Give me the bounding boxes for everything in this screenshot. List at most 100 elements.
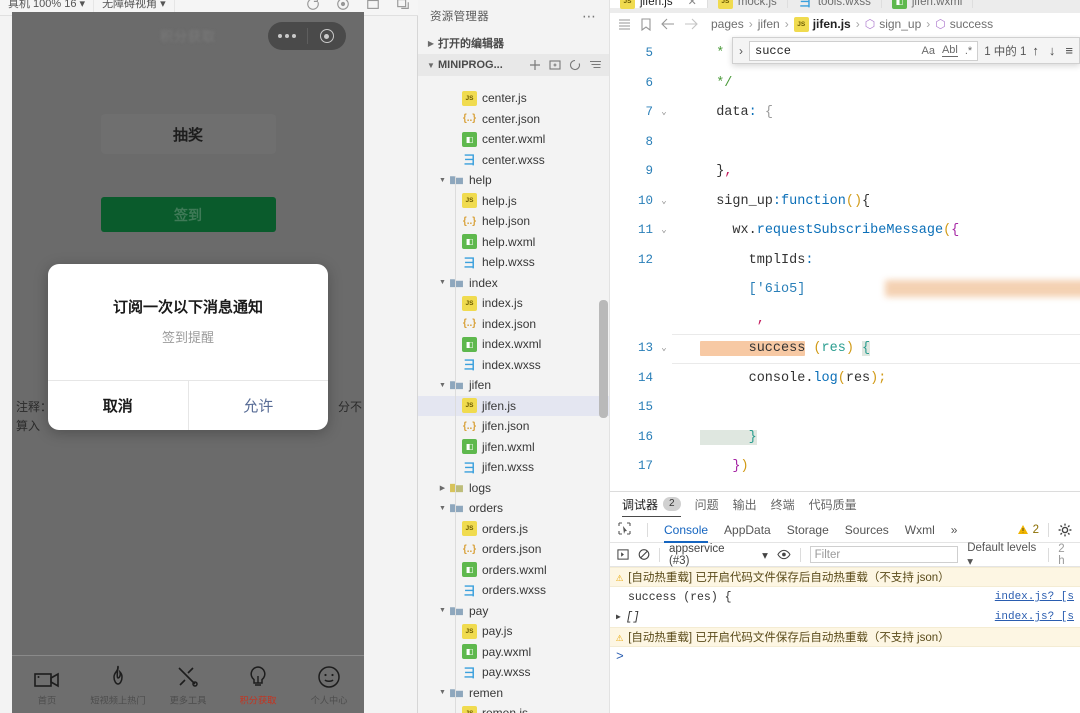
target-circle-icon[interactable] <box>308 29 347 43</box>
tree-item-center-json[interactable]: {..} center.json <box>418 109 609 130</box>
code-line[interactable]: 8 <box>610 128 1080 158</box>
tree-item-pay[interactable]: ▼ pay <box>418 601 609 622</box>
console-source-link[interactable]: index.js? [s <box>995 591 1074 603</box>
lottery-button[interactable]: 抽奖 <box>100 114 276 154</box>
console-tab-Console[interactable]: Console <box>664 517 709 543</box>
console-input-prompt[interactable]: > <box>610 647 1080 666</box>
code-editor[interactable]: › Aa Abl .* 1 中的 1 ↑ ↓ ≡ 5 <box>610 35 1080 491</box>
ellipsis-icon[interactable] <box>268 34 307 38</box>
record-icon[interactable] <box>336 0 350 11</box>
console-levels-select[interactable]: Default levels ▾ <box>967 542 1039 568</box>
tree-item-remen[interactable]: ▼ remen <box>418 683 609 704</box>
debug-tab-终端[interactable]: 终端 <box>771 492 795 517</box>
arrow-left-icon[interactable] <box>661 18 675 30</box>
modal-cancel-button[interactable]: 取消 <box>48 381 189 430</box>
chevron-right-icon[interactable]: › <box>739 44 743 58</box>
tree-item-logs[interactable]: ▶ logs <box>418 478 609 499</box>
clear-console-icon[interactable] <box>638 548 650 561</box>
open-editors-section[interactable]: ▶ 打开的编辑器 <box>418 32 609 54</box>
execute-icon[interactable] <box>617 548 629 561</box>
tab-points[interactable]: 积分获取 <box>223 663 293 707</box>
close-icon[interactable]: ✕ <box>688 0 697 8</box>
find-widget[interactable]: › Aa Abl .* 1 中的 1 ↑ ↓ ≡ <box>732 37 1080 64</box>
code-line[interactable]: 12 tmplIds: <box>610 246 1080 276</box>
fold-chevron-icon[interactable]: ⌄ <box>656 334 672 364</box>
breadcrumb-item-success[interactable]: ⬡ success <box>935 17 993 31</box>
workspace-section[interactable]: ▼ MINIPROG... <box>418 54 609 76</box>
chevron-down-icon[interactable]: ▼ <box>436 505 449 512</box>
code-line[interactable]: 7 ⌄ data: { <box>610 98 1080 128</box>
editor-tab-bar[interactable]: JS jifen.js ✕ JS mock.js 彐 tools.wxss ◧ … <box>610 0 1080 13</box>
tree-item-center-wxml[interactable]: ◧ center.wxml <box>418 129 609 150</box>
regex-toggle[interactable]: .* <box>965 45 972 57</box>
tree-item-help-js[interactable]: JS help.js <box>418 191 609 212</box>
modal-allow-button[interactable]: 允许 <box>189 381 329 430</box>
tree-item-index-wxml[interactable]: ◧ index.wxml <box>418 334 609 355</box>
chevron-down-icon[interactable]: ▼ <box>436 607 449 614</box>
eye-icon[interactable] <box>777 549 791 560</box>
detach-window-icon[interactable] <box>396 0 410 11</box>
tree-item-jifen-wxss[interactable]: 彐 jifen.wxss <box>418 457 609 478</box>
tree-item-orders-wxml[interactable]: ◧ orders.wxml <box>418 560 609 581</box>
debug-tab-代码质量[interactable]: 代码质量 <box>809 492 857 517</box>
list-icon[interactable] <box>618 18 631 31</box>
code-line[interactable]: 15 <box>610 393 1080 423</box>
console-warning-row[interactable]: ⚠ [自动热重载] 已开启代码文件保存后自动热重载（不支持 json） <box>610 567 1080 587</box>
chevron-down-icon[interactable]: ▼ <box>436 382 449 389</box>
breadcrumb[interactable]: pages › jifen › JS jifen.js › ⬡ sign_up › … <box>711 16 993 32</box>
tree-item-index[interactable]: ▼ index <box>418 273 609 294</box>
ellipsis-icon[interactable]: ⋯ <box>582 8 597 25</box>
editor-tab-tools-wxss[interactable]: 彐 tools.wxss <box>787 0 882 9</box>
tree-item-help[interactable]: ▼ help <box>418 170 609 191</box>
code-line[interactable]: 11 ⌄ wx.requestSubscribeMessage({ <box>610 216 1080 246</box>
tab-profile[interactable]: 个人中心 <box>294 663 364 707</box>
editor-tab-mock-js[interactable]: JS mock.js <box>707 0 788 9</box>
console-tabs[interactable]: Console AppData Storage Sources Wxml » <box>664 517 957 543</box>
simulator-device-select[interactable]: 真机 100% 16 ▾ <box>0 0 95 12</box>
whole-word-toggle[interactable]: Abl <box>941 44 958 57</box>
tree-item-pay-js[interactable]: JS pay.js <box>418 621 609 642</box>
code-line[interactable]: 9 }, <box>610 157 1080 187</box>
tree-item-orders-wxss[interactable]: 彐 orders.wxss <box>418 580 609 601</box>
warning-count-badge[interactable]: 2 <box>1017 524 1039 536</box>
tree-item-help-json[interactable]: {..} help.json <box>418 211 609 232</box>
tree-item-orders-json[interactable]: {..} orders.json <box>418 539 609 560</box>
console-filter-input[interactable]: Filter <box>809 546 959 563</box>
tree-item-orders[interactable]: ▼ orders <box>418 498 609 519</box>
match-case-toggle[interactable]: Aa <box>922 45 935 57</box>
chevron-down-icon[interactable]: ▼ <box>436 177 449 184</box>
tree-item-jifen[interactable]: ▼ jifen <box>418 375 609 396</box>
tree-item-center-js[interactable]: JS center.js <box>418 88 609 109</box>
find-input-box[interactable]: Aa Abl .* <box>749 40 979 61</box>
code-line[interactable]: 14 console.log(res); <box>610 364 1080 394</box>
bookmark-icon[interactable] <box>640 17 652 31</box>
gear-icon[interactable] <box>1058 523 1072 537</box>
code-line[interactable]: 10 ⌄ sign_up:function(){ <box>610 187 1080 217</box>
collapse-all-icon[interactable] <box>589 59 602 71</box>
console-warning-row[interactable]: ⚠ [自动热重载] 已开启代码文件保存后自动热重载（不支持 json） <box>610 627 1080 647</box>
breadcrumb-item-jifen-js[interactable]: JS jifen.js <box>793 16 851 32</box>
tree-item-help-wxss[interactable]: 彐 help.wxss <box>418 252 609 273</box>
chevron-down-icon[interactable]: ▼ <box>436 279 449 286</box>
signin-button[interactable]: 签到 <box>100 197 276 232</box>
tree-item-center-wxss[interactable]: 彐 center.wxss <box>418 150 609 171</box>
simulator-view-select[interactable]: 无障碍视角 ▾ <box>94 0 175 12</box>
code-content[interactable]: 5 * 6 */ 7 ⌄ data: { 8 9 }, 10 ⌄ sign_up… <box>610 35 1080 482</box>
editor-tab-jifen-js[interactable]: JS jifen.js ✕ <box>610 0 708 9</box>
screenshot-icon[interactable] <box>366 0 380 11</box>
tree-item-remen-js[interactable]: JS remen.js <box>418 703 609 713</box>
expand-triangle-icon[interactable]: ▶ <box>616 612 621 622</box>
console-tab-Storage[interactable]: Storage <box>787 517 829 543</box>
find-input[interactable] <box>755 43 847 58</box>
tree-item-help-wxml[interactable]: ◧ help.wxml <box>418 232 609 253</box>
find-menu-icon[interactable]: ≡ <box>1065 43 1073 58</box>
tree-item-index-wxss[interactable]: 彐 index.wxss <box>418 355 609 376</box>
console-tab-Wxml[interactable]: Wxml <box>905 517 935 543</box>
tab-home[interactable]: 首页 <box>12 663 82 707</box>
arrow-right-icon[interactable] <box>684 18 698 30</box>
cursor-select-icon[interactable] <box>618 521 631 538</box>
new-folder-icon[interactable] <box>549 59 561 71</box>
fold-chevron-icon[interactable]: ⌄ <box>656 98 672 128</box>
tree-item-jifen-json[interactable]: {..} jifen.json <box>418 416 609 437</box>
tree-item-index-js[interactable]: JS index.js <box>418 293 609 314</box>
